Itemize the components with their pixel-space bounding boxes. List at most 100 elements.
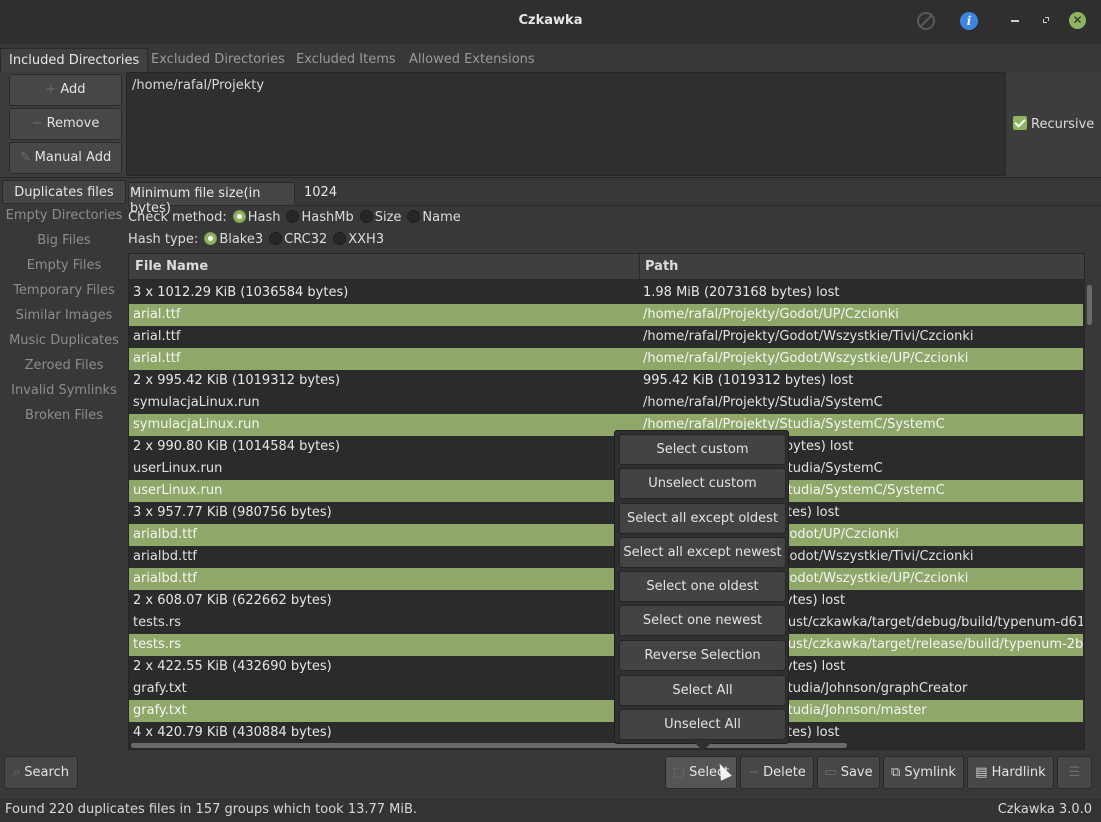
- tool-empty-directories[interactable]: Empty Directories: [0, 204, 128, 228]
- column-header-path[interactable]: Path: [645, 254, 678, 280]
- delete-button[interactable]: − Delete: [740, 756, 814, 789]
- file-name-cell: grafy.txt: [133, 681, 187, 696]
- included-directories-list[interactable]: /home/rafal/Projekty: [126, 72, 1006, 176]
- radio-checked-icon[interactable]: [232, 210, 246, 223]
- group-header-row[interactable]: 2 x 995.42 KiB (1019312 bytes) 995.42 KiB…: [129, 370, 1083, 392]
- radio-checked-icon[interactable]: [204, 232, 218, 245]
- hash-type-xxh3[interactable]: XXH3: [348, 232, 384, 247]
- column-header-file-name[interactable]: File Name: [135, 254, 208, 280]
- maximize-icon[interactable]: [1043, 17, 1049, 23]
- hash-type-blake3[interactable]: Blake3: [219, 232, 263, 247]
- hardlink-icon: ▤: [975, 765, 988, 780]
- path-cell: /home/rafal/Projekty/Studia/SystemC: [643, 395, 883, 410]
- results-table[interactable]: File Name Path 3 x 1012.29 KiB (1036584 …: [128, 253, 1085, 750]
- symlink-button-label: Symlink: [904, 765, 956, 780]
- recursive-checkbox[interactable]: Recursive: [1013, 116, 1094, 132]
- manual-add-button[interactable]: ✎ Manual Add: [9, 142, 122, 174]
- table-row[interactable]: userLinux.run/home/rafal/Projekty/Studia…: [129, 480, 1083, 502]
- file-name-cell: arialbd.ttf: [133, 571, 197, 586]
- tool-empty-files[interactable]: Empty Files: [0, 254, 128, 278]
- menu-reverse-selection[interactable]: Reverse Selection: [619, 640, 786, 671]
- title-bar: Czkawka i ✕: [0, 0, 1101, 44]
- radio-unchecked-icon[interactable]: [407, 210, 421, 223]
- table-row[interactable]: grafy.txt/home/rafal/Projekty/Studia/Joh…: [129, 678, 1083, 700]
- table-row[interactable]: tests.rs/home/rafal/Projekty/Rust/czkawk…: [129, 612, 1083, 634]
- tool-temporary-files[interactable]: Temporary Files: [0, 279, 128, 303]
- menu-unselect-custom[interactable]: Unselect custom: [619, 468, 786, 499]
- menu-select-one-oldest[interactable]: Select one oldest: [619, 571, 786, 602]
- manual-add-button-label: Manual Add: [34, 150, 112, 165]
- radio-unchecked-icon[interactable]: [359, 210, 373, 223]
- check-method-name[interactable]: Name: [422, 210, 460, 225]
- minimize-icon[interactable]: [1011, 20, 1019, 22]
- tool-music-duplicates[interactable]: Music Duplicates: [0, 329, 128, 353]
- group-header-row[interactable]: 3 x 1012.29 KiB (1036584 bytes) 1.98 MiB …: [129, 282, 1083, 304]
- menu-unselect-all[interactable]: Unselect All: [619, 709, 786, 740]
- vertical-scrollbar[interactable]: [1087, 285, 1092, 325]
- save-button[interactable]: ▭ Save: [817, 756, 880, 789]
- tab-excluded-items[interactable]: Excluded Items: [296, 48, 396, 72]
- menu-button[interactable]: ☰: [1057, 756, 1092, 789]
- table-row[interactable]: symulacjaLinux.run/home/rafal/Projekty/S…: [129, 414, 1083, 436]
- tab-excluded-directories[interactable]: Excluded Directories: [151, 48, 285, 72]
- column-separator[interactable]: [639, 254, 640, 280]
- tool-similar-images[interactable]: Similar Images: [0, 304, 128, 328]
- min-size-input[interactable]: 1024: [296, 182, 1101, 206]
- file-name-cell: userLinux.run: [133, 461, 223, 476]
- info-icon[interactable]: i: [960, 12, 978, 30]
- table-row[interactable]: userLinux.run/home/rafal/Projekty/Studia…: [129, 458, 1083, 480]
- tool-zeroed-files[interactable]: Zeroed Files: [0, 354, 128, 378]
- table-row[interactable]: arialbd.ttf/home/rafal/Projekty/Godot/Ws…: [129, 568, 1083, 590]
- search-button[interactable]: ⌕ Search: [4, 756, 78, 789]
- symlink-button[interactable]: ⧉ Symlink: [883, 756, 964, 789]
- check-method-hash[interactable]: Hash: [248, 210, 281, 225]
- included-directory-item[interactable]: /home/rafal/Projekty: [132, 78, 264, 93]
- group-header-row[interactable]: 2 x 608.07 KiB (622662 bytes)608.07 KiB …: [129, 590, 1083, 612]
- table-row[interactable]: arialbd.ttf/home/rafal/Projekty/Godot/UP…: [129, 524, 1083, 546]
- radio-unchecked-icon[interactable]: [269, 232, 283, 245]
- table-row[interactable]: symulacjaLinux.run/home/rafal/Projekty/S…: [129, 392, 1083, 414]
- menu-select-all[interactable]: Select All: [619, 675, 786, 706]
- add-button[interactable]: + Add: [9, 74, 122, 106]
- group-header-row[interactable]: 3 x 957.77 KiB (980756 bytes)1.87 MiB (1…: [129, 502, 1083, 524]
- tool-broken-files[interactable]: Broken Files: [0, 404, 128, 428]
- file-name-cell: arialbd.ttf: [133, 549, 197, 564]
- check-method-row: Check method: Hash HashMb Size Name: [128, 210, 461, 225]
- file-name-cell: 2 x 608.07 KiB (622662 bytes): [133, 593, 332, 608]
- table-row[interactable]: arial.ttf/home/rafal/Projekty/Godot/Wszy…: [129, 326, 1083, 348]
- table-row[interactable]: arial.ttf/home/rafal/Projekty/Godot/UP/C…: [129, 304, 1083, 326]
- tool-invalid-symlinks[interactable]: Invalid Symlinks: [0, 379, 128, 403]
- window-title: Czkawka: [518, 13, 583, 28]
- check-method-size[interactable]: Size: [375, 210, 402, 225]
- file-name-cell: grafy.txt: [133, 703, 187, 718]
- check-method-hashmb[interactable]: HashMb: [301, 210, 353, 225]
- menu-select-all-except-newest[interactable]: Select all except newest: [619, 537, 786, 568]
- action-bar: ⌕ Search ▢ Select − Delete ▭ Save ⧉ Symlink ▤…: [0, 754, 1101, 792]
- tool-big-files[interactable]: Big Files: [0, 229, 128, 253]
- group-header-row[interactable]: 4 x 420.79 KiB (430884 bytes)1.23 MiB (1…: [129, 722, 1083, 744]
- radio-unchecked-icon[interactable]: [333, 232, 347, 245]
- group-header-row[interactable]: 2 x 990.80 KiB (1014584 bytes)990.80 KiB…: [129, 436, 1083, 458]
- remove-button[interactable]: − Remove: [9, 108, 122, 140]
- table-header: File Name Path: [129, 254, 1084, 280]
- menu-select-all-except-oldest[interactable]: Select all except oldest: [619, 503, 786, 534]
- plus-icon: +: [45, 82, 57, 97]
- path-cell: /home/rafal/Projekty/Godot/Wszystkie/Tiv…: [643, 329, 974, 344]
- radio-unchecked-icon[interactable]: [286, 210, 300, 223]
- group-header-row[interactable]: 2 x 422.55 KiB (432690 bytes)422.55 KiB …: [129, 656, 1083, 678]
- tool-duplicate-files[interactable]: Duplicates files: [2, 180, 126, 204]
- tab-included-directories[interactable]: Included Directories: [0, 48, 149, 72]
- table-row[interactable]: tests.rs/home/rafal/Projekty/Rust/czkawk…: [129, 634, 1083, 656]
- remove-button-label: Remove: [46, 116, 100, 131]
- table-row[interactable]: grafy.txt/home/rafal/Projekty/Studia/Joh…: [129, 700, 1083, 722]
- hash-type-crc32[interactable]: CRC32: [284, 232, 327, 247]
- table-row[interactable]: arial.ttf/home/rafal/Projekty/Godot/Wszy…: [129, 348, 1083, 370]
- table-row[interactable]: arialbd.ttf/home/rafal/Projekty/Godot/Ws…: [129, 546, 1083, 568]
- menu-select-one-newest[interactable]: Select one newest: [619, 605, 786, 636]
- menu-select-custom[interactable]: Select custom: [619, 434, 786, 465]
- recursive-label: Recursive: [1031, 117, 1095, 132]
- tab-allowed-extensions[interactable]: Allowed Extensions: [409, 48, 535, 72]
- hardlink-button[interactable]: ▤ Hardlink: [967, 756, 1054, 789]
- stop-icon[interactable]: [917, 12, 935, 30]
- close-icon[interactable]: ✕: [1069, 12, 1086, 29]
